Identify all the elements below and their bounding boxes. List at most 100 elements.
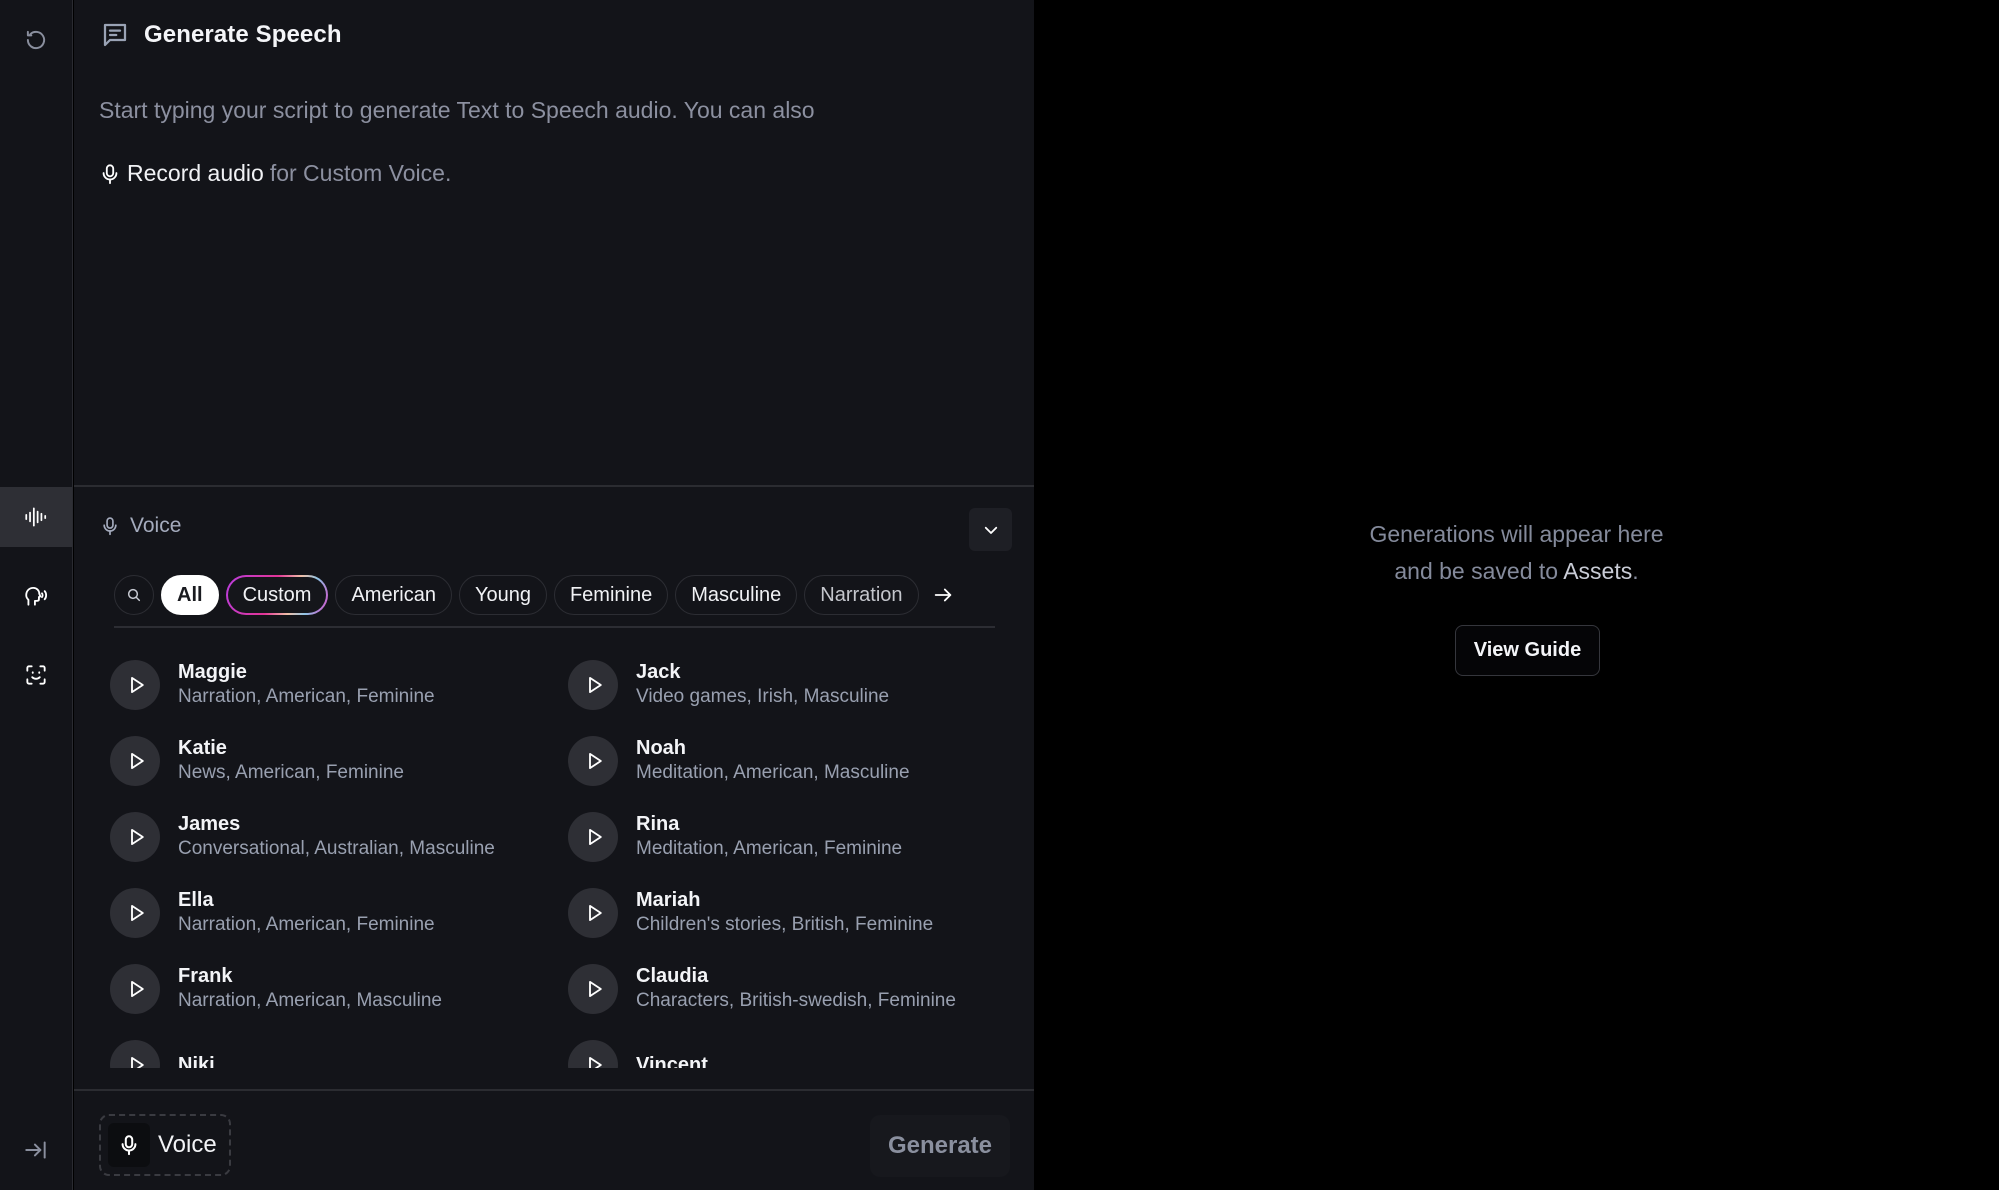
play-preview-button[interactable] (568, 964, 618, 1014)
voice-name: Noah (636, 737, 686, 759)
play-icon (130, 829, 144, 845)
voice-name: Katie (178, 737, 227, 759)
play-preview-button[interactable] (110, 888, 160, 938)
script-editor[interactable]: Start typing your script to generate Tex… (99, 92, 999, 187)
scroll-filters-right-button[interactable] (926, 575, 960, 615)
voice-section-header: Voice (100, 514, 181, 538)
microphone-icon (102, 163, 118, 184)
empty-state-line-1: Generations will appear here (1369, 521, 1664, 547)
voice-item-niki[interactable]: Niki (110, 1040, 568, 1068)
voice-name: Rina (636, 813, 680, 835)
voice-item-rina[interactable]: Rina Meditation, American, Feminine (568, 812, 1008, 862)
divider (74, 1089, 1034, 1091)
waveform-icon (25, 507, 47, 527)
arrow-right-icon (934, 588, 951, 602)
play-icon (130, 1057, 144, 1068)
voice-item-mariah[interactable]: Mariah Children's stories, British, Femin… (568, 888, 1008, 938)
play-preview-button[interactable] (568, 888, 618, 938)
play-preview-button[interactable] (110, 1040, 160, 1068)
panel-header: Generate Speech (100, 20, 342, 50)
output-area: Generations will appear here and be save… (1034, 0, 1999, 1190)
play-preview-button[interactable] (568, 736, 618, 786)
voice-tags: Children's stories, British, Feminine (636, 914, 934, 935)
generate-button[interactable]: Generate (870, 1115, 1010, 1177)
filter-chip-american[interactable]: American (335, 575, 452, 615)
voice-item-frank[interactable]: Frank Narration, American, Masculine (110, 964, 568, 1014)
play-preview-button[interactable] (110, 964, 160, 1014)
play-preview-button[interactable] (110, 660, 160, 710)
expand-sidebar-button[interactable] (0, 1120, 72, 1180)
voice-name: James (178, 813, 241, 835)
play-preview-button[interactable] (568, 660, 618, 710)
empty-state-line-2: and be saved to Assets. (1394, 558, 1639, 584)
voice-filter-bar: All Custom American Young Feminine Mascu… (114, 575, 994, 615)
play-icon (588, 981, 602, 997)
voice-button-label: Voice (158, 1131, 217, 1158)
microphone-icon (121, 1135, 137, 1156)
chevron-down-icon (984, 526, 997, 534)
play-preview-button[interactable] (110, 736, 160, 786)
speaking-head-icon (25, 586, 48, 606)
editor-placeholder: Start typing your script to generate Tex… (99, 97, 815, 123)
voice-tags: Video games, Irish, Masculine (636, 686, 890, 707)
voice-item-noah[interactable]: Noah Meditation, American, Masculine (568, 736, 1008, 786)
sidebar-item-face-scan[interactable] (0, 645, 72, 705)
filter-underline (114, 626, 995, 628)
voice-item-ella[interactable]: Ella Narration, American, Feminine (110, 888, 568, 938)
voice-item-jack[interactable]: Jack Video games, Irish, Masculine (568, 660, 1008, 710)
voice-tags: Narration, American, Feminine (178, 686, 435, 707)
record-audio-suffix: for Custom Voice. (269, 160, 452, 186)
play-icon (130, 905, 144, 921)
voice-name: Jack (636, 661, 681, 683)
view-guide-button[interactable]: View Guide (1455, 625, 1600, 676)
filter-chip-feminine[interactable]: Feminine (553, 575, 669, 615)
history-button[interactable] (0, 10, 72, 70)
filter-chip-masculine[interactable]: Masculine (675, 575, 798, 615)
voice-item-james[interactable]: James Conversational, Australian, Masculi… (110, 812, 568, 862)
play-preview-button[interactable] (568, 1040, 618, 1068)
assets-link: Assets (1563, 558, 1633, 584)
sidebar-item-text-to-speech[interactable] (0, 487, 72, 547)
page-title: Generate Speech (144, 21, 342, 48)
voice-item-claudia[interactable]: Claudia Characters, British-swedish, Femi… (568, 964, 1008, 1014)
voice-item-katie[interactable]: Katie News, American, Feminine (110, 736, 568, 786)
play-icon (130, 677, 144, 693)
voice-item-vincent[interactable]: Vincent (568, 1040, 1008, 1068)
voice-name: Niki (178, 1054, 215, 1068)
empty-state-message: Generations will appear here and be save… (1034, 516, 1999, 590)
voice-tags: News, American, Feminine (178, 762, 404, 783)
voice-name: Ella (178, 889, 214, 911)
play-icon (130, 981, 144, 997)
voice-name: Mariah (636, 889, 701, 911)
voice-tags: Characters, British-swedish, Feminine (636, 990, 956, 1011)
voice-name: Maggie (178, 661, 247, 683)
filter-chip-all[interactable]: All (161, 575, 219, 615)
play-icon (588, 829, 602, 845)
filter-chip-young[interactable]: Young (458, 575, 547, 615)
play-preview-button[interactable] (110, 812, 160, 862)
voice-tags: Meditation, American, Feminine (636, 838, 903, 859)
divider (74, 485, 1034, 487)
message-icon (103, 23, 127, 47)
voice-search-button[interactable] (114, 575, 154, 615)
voice-tags: Narration, American, Feminine (178, 914, 435, 935)
play-icon (588, 753, 602, 769)
history-icon (26, 30, 46, 50)
voice-list[interactable]: Maggie Narration, American, Feminine Jack V… (110, 660, 1010, 1068)
search-icon (127, 588, 141, 602)
filter-chip-narration[interactable]: Narration (804, 575, 919, 615)
filter-chip-custom[interactable]: Custom (226, 575, 329, 615)
collapse-voice-button[interactable] (969, 508, 1012, 551)
play-icon (130, 753, 144, 769)
play-icon (588, 1057, 602, 1068)
record-audio-link[interactable]: Record audio (99, 160, 264, 187)
voice-item-maggie[interactable]: Maggie Narration, American, Feminine (110, 660, 568, 710)
sidebar-item-voice-changer[interactable] (0, 566, 72, 626)
sidebar (0, 0, 73, 1190)
voice-tags: Conversational, Australian, Masculine (178, 838, 495, 859)
record-audio-label: Record audio (127, 160, 264, 186)
expand-sidebar-icon (25, 1141, 46, 1159)
play-icon (588, 905, 602, 921)
voice-select-button[interactable]: Voice (99, 1114, 231, 1176)
play-preview-button[interactable] (568, 812, 618, 862)
